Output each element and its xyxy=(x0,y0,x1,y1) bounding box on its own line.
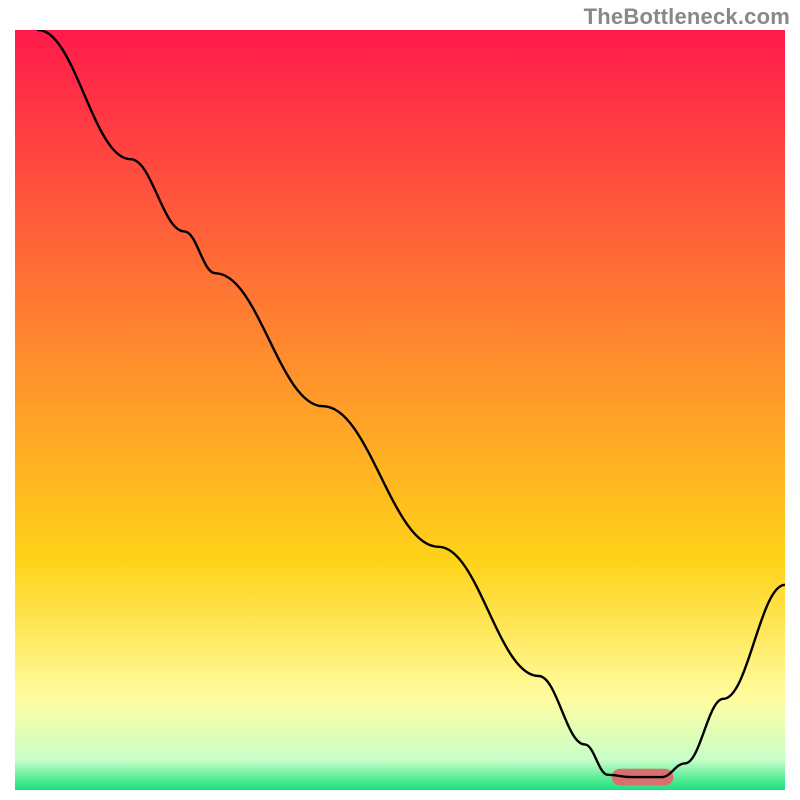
plot-area xyxy=(15,30,785,790)
watermark-text: TheBottleneck.com xyxy=(584,4,790,30)
chart-svg xyxy=(15,30,785,790)
gradient-background xyxy=(15,30,785,790)
chart-container: TheBottleneck.com xyxy=(0,0,800,800)
